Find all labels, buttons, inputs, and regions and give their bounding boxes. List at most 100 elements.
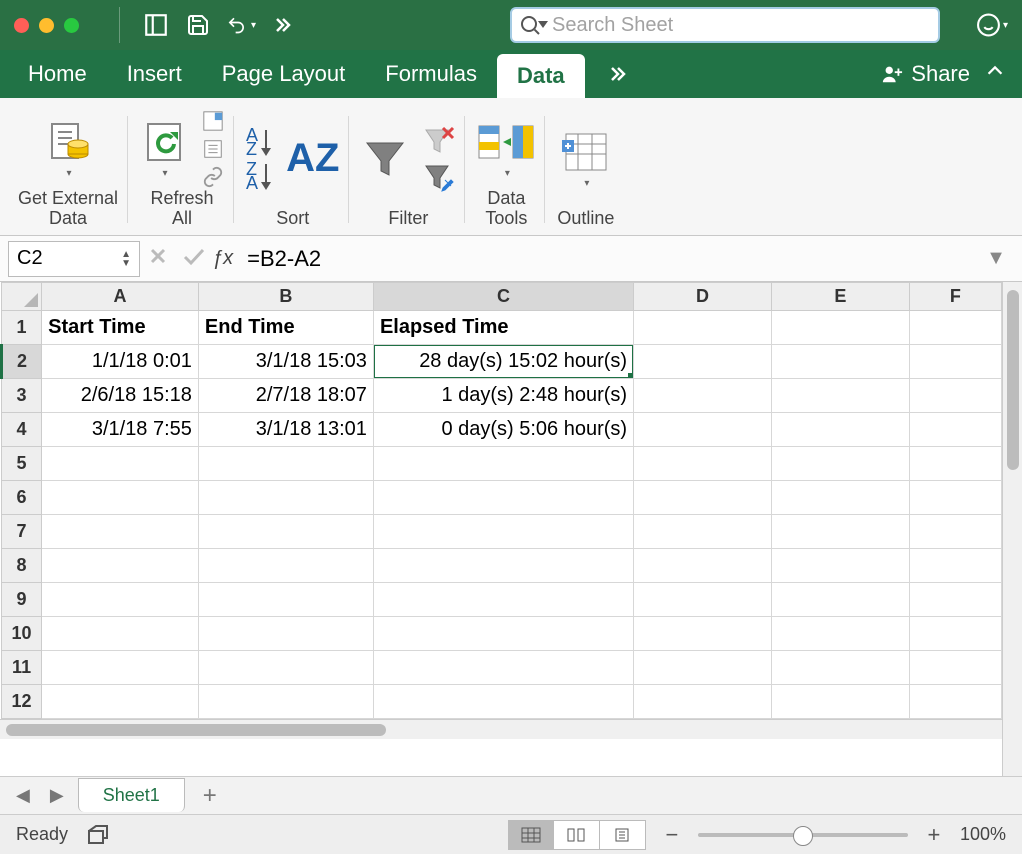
cell[interactable] [771,685,909,719]
row-header[interactable]: 5 [2,447,42,481]
search-dropdown-icon[interactable] [538,21,548,29]
formula-input[interactable] [241,241,978,277]
get-external-data-button[interactable]: ▾ [44,118,92,179]
cell[interactable] [634,345,772,379]
cell[interactable] [771,345,909,379]
tabs-overflow-icon[interactable] [585,50,649,98]
col-header-e[interactable]: E [771,283,909,311]
feedback-icon[interactable]: ▾ [976,9,1008,41]
cell[interactable] [909,345,1001,379]
outline-button[interactable]: ▾ [560,128,612,189]
cell[interactable] [373,685,633,719]
sheet-tab-active[interactable]: Sheet1 [78,778,185,812]
cell[interactable] [373,583,633,617]
select-all-corner[interactable] [2,283,42,311]
cell[interactable] [42,549,199,583]
cell[interactable] [198,481,373,515]
accept-formula-icon[interactable] [176,246,212,272]
cell[interactable]: 2/7/18 18:07 [198,379,373,413]
add-sheet-button[interactable]: + [193,782,227,810]
fx-icon[interactable]: ƒx [212,247,233,270]
name-box-stepper[interactable]: ▲▼ [121,250,131,268]
clear-filter-icon[interactable] [423,126,455,156]
cell[interactable] [198,685,373,719]
sort-dialog-button[interactable]: AZ [286,136,339,181]
cell[interactable] [373,447,633,481]
tab-data[interactable]: Data [497,54,585,98]
cell[interactable] [634,481,772,515]
advanced-filter-icon[interactable] [423,162,455,192]
minimize-window-icon[interactable] [39,18,54,33]
cell[interactable] [198,447,373,481]
tab-page-layout[interactable]: Page Layout [202,50,366,98]
view-page-break-button[interactable] [600,820,646,850]
cell[interactable] [42,583,199,617]
view-page-layout-button[interactable] [554,820,600,850]
cell[interactable] [42,447,199,481]
save-icon[interactable] [182,9,214,41]
cell[interactable] [771,481,909,515]
cell[interactable] [771,379,909,413]
cell[interactable]: 3/1/18 15:03 [198,345,373,379]
search-input[interactable] [510,7,940,43]
cell[interactable] [634,549,772,583]
cell[interactable] [909,583,1001,617]
cell[interactable]: End Time [198,311,373,345]
sort-asc-button[interactable]: AZ [246,128,272,156]
filter-button[interactable] [361,135,409,183]
row-header[interactable]: 11 [2,651,42,685]
properties-icon[interactable] [202,138,224,160]
cell[interactable] [634,651,772,685]
cell[interactable] [198,549,373,583]
zoom-out-button[interactable]: − [662,822,682,848]
vertical-scrollbar[interactable] [1002,282,1022,776]
cell[interactable] [42,515,199,549]
cell[interactable] [909,515,1001,549]
cell[interactable] [634,311,772,345]
cell[interactable] [373,481,633,515]
name-box[interactable]: C2 ▲▼ [8,241,140,277]
zoom-window-icon[interactable] [64,18,79,33]
row-header[interactable]: 12 [2,685,42,719]
tab-formulas[interactable]: Formulas [365,50,497,98]
cell[interactable] [909,685,1001,719]
col-header-b[interactable]: B [198,283,373,311]
row-header[interactable]: 6 [2,481,42,515]
cell[interactable] [909,379,1001,413]
cell[interactable]: 1/1/18 0:01 [42,345,199,379]
connections-icon[interactable] [202,110,224,132]
undo-icon[interactable]: ▾ [224,9,256,41]
row-header[interactable]: 10 [2,617,42,651]
cell[interactable] [198,617,373,651]
cell[interactable] [771,617,909,651]
close-window-icon[interactable] [14,18,29,33]
row-header[interactable]: 1 [2,311,42,345]
cell[interactable] [373,549,633,583]
cell[interactable] [909,617,1001,651]
cell[interactable] [634,617,772,651]
cell[interactable] [42,481,199,515]
row-header[interactable]: 4 [2,413,42,447]
cell[interactable] [42,617,199,651]
data-tools-button[interactable]: ▾ [477,118,535,179]
cell[interactable]: 3/1/18 7:55 [42,413,199,447]
cell[interactable] [42,651,199,685]
col-header-f[interactable]: F [909,283,1001,311]
refresh-all-button[interactable]: ▾ [140,118,188,179]
share-button[interactable]: Share [881,61,970,87]
row-header[interactable]: 7 [2,515,42,549]
cell[interactable] [771,549,909,583]
cell[interactable] [634,515,772,549]
cell[interactable] [771,583,909,617]
cell[interactable] [198,515,373,549]
zoom-in-button[interactable]: + [924,822,944,848]
col-header-d[interactable]: D [634,283,772,311]
zoom-value[interactable]: 100% [960,824,1006,845]
row-header[interactable]: 3 [2,379,42,413]
cell[interactable] [771,413,909,447]
zoom-slider[interactable] [698,833,908,837]
cell[interactable] [634,379,772,413]
sheet-next-icon[interactable]: ▶ [44,785,70,806]
view-normal-button[interactable] [508,820,554,850]
cell[interactable] [198,583,373,617]
